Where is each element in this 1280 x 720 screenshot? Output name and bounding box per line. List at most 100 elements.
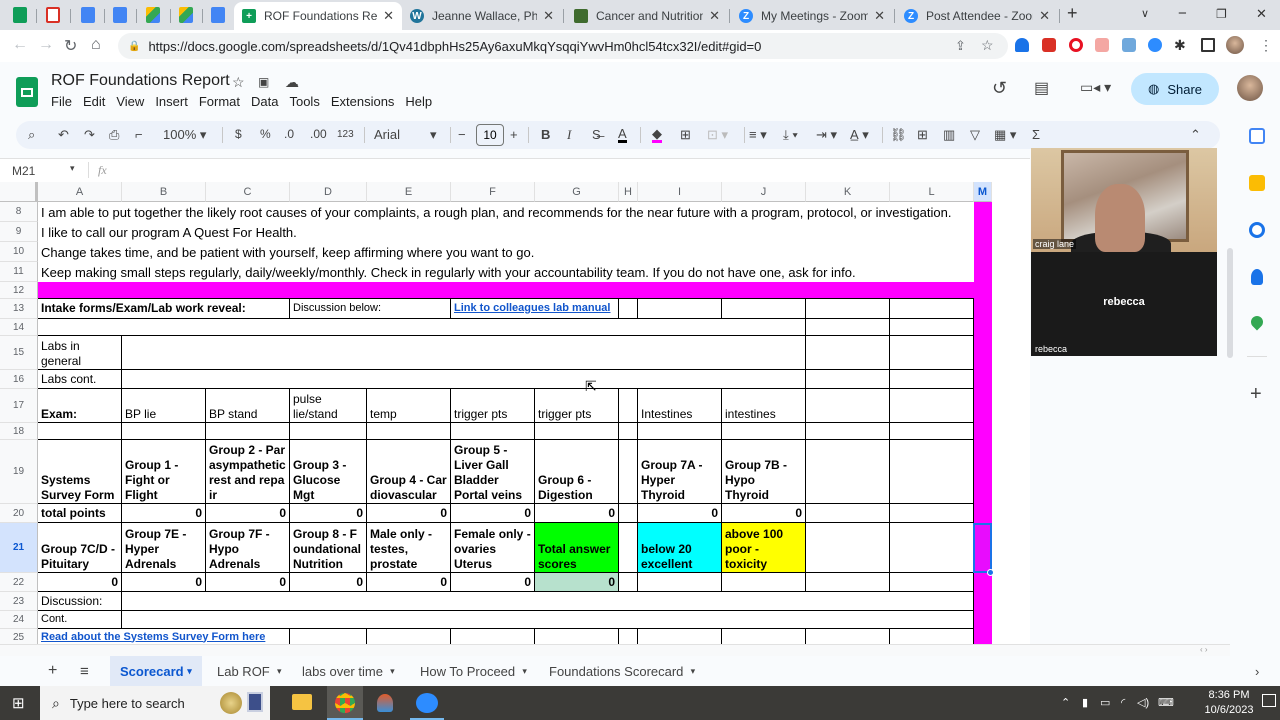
cell-h21[interactable] bbox=[619, 523, 638, 573]
cell-g17[interactable]: trigger pts bbox=[535, 389, 619, 423]
cell-l16[interactable] bbox=[890, 370, 974, 389]
row-header-22[interactable]: 22 bbox=[0, 573, 38, 592]
cell-l18[interactable] bbox=[890, 423, 974, 440]
windows-start-icon[interactable]: ⊞ bbox=[12, 694, 25, 712]
more-formats-button[interactable]: 123 bbox=[337, 129, 354, 140]
group-1-total[interactable]: 0 bbox=[122, 504, 206, 523]
cell-a15[interactable]: Labs in general bbox=[38, 336, 122, 370]
collapse-toolbar-icon[interactable]: ⌃ bbox=[1190, 127, 1201, 143]
extension-opera-icon[interactable] bbox=[1069, 38, 1083, 52]
row-header-23[interactable]: 23 bbox=[0, 592, 38, 611]
sheet-tab-foundations-scorecard[interactable]: Foundations Scorecard ▾ bbox=[539, 656, 705, 686]
menu-edit[interactable]: Edit bbox=[83, 94, 105, 109]
increase-decimal-button[interactable]: .00 bbox=[310, 127, 327, 141]
cell-i25[interactable] bbox=[638, 629, 722, 644]
name-box-dropdown-icon[interactable]: ▾ bbox=[70, 163, 75, 174]
notifications-icon[interactable] bbox=[1262, 694, 1276, 707]
cell-f25[interactable] bbox=[451, 629, 535, 644]
cell-a24[interactable]: Cont. bbox=[38, 611, 122, 629]
group-5-total[interactable]: 0 bbox=[451, 504, 535, 523]
select-all-corner[interactable] bbox=[0, 182, 38, 202]
row-header-9[interactable]: 9 bbox=[0, 222, 38, 242]
cell-g25[interactable] bbox=[535, 629, 619, 644]
cell-i17[interactable]: Intestines bbox=[638, 389, 722, 423]
group-7a-total[interactable]: 0 bbox=[638, 504, 722, 523]
group-2-total[interactable]: 0 bbox=[206, 504, 290, 523]
cell-j19[interactable]: Group 7B - Hypo Thyroid bbox=[722, 440, 806, 504]
zoom-app-icon[interactable] bbox=[416, 693, 438, 713]
column-header-f[interactable]: F bbox=[451, 182, 535, 202]
cell-b19[interactable]: Group 1 - Fight or Flight bbox=[122, 440, 206, 504]
row-header-18[interactable]: 18 bbox=[0, 423, 38, 440]
add-sheet-button[interactable]: + bbox=[38, 656, 67, 686]
menu-data[interactable]: Data bbox=[251, 94, 278, 109]
cell-a23[interactable]: Discussion: bbox=[38, 592, 122, 611]
maps-icon[interactable] bbox=[1248, 313, 1266, 331]
column-header-h[interactable]: H bbox=[619, 182, 638, 202]
move-folder-icon[interactable]: ▣ bbox=[258, 75, 269, 89]
new-tab-button[interactable]: + bbox=[1067, 3, 1078, 24]
cell-d25[interactable] bbox=[290, 629, 367, 644]
female-only-total[interactable]: 0 bbox=[451, 573, 535, 592]
legend-toxicity[interactable]: above 100 poor - toxicity bbox=[722, 523, 806, 573]
discussion-input[interactable] bbox=[122, 592, 974, 611]
cell-h17[interactable] bbox=[619, 389, 638, 423]
cell-g18[interactable] bbox=[535, 423, 619, 440]
cell-a16[interactable]: Labs cont. bbox=[38, 370, 122, 389]
column-header-l[interactable]: L bbox=[890, 182, 974, 202]
column-header-b[interactable]: B bbox=[122, 182, 206, 202]
fill-handle[interactable] bbox=[987, 569, 994, 576]
row-header-21[interactable]: 21 bbox=[0, 523, 38, 573]
text-wrapping-icon[interactable]: ⇥ ▾ bbox=[816, 127, 837, 143]
insert-link-icon[interactable]: ⛓ bbox=[890, 127, 907, 143]
cell-k18[interactable] bbox=[806, 423, 890, 440]
discussion-cont-input[interactable] bbox=[122, 611, 974, 629]
intro-line-3[interactable]: Change takes time, and be patient with y… bbox=[38, 242, 974, 262]
tasks-icon[interactable] bbox=[1249, 222, 1265, 238]
cell-l15[interactable] bbox=[890, 336, 974, 370]
pinned-tab-gmail-icon[interactable] bbox=[46, 7, 60, 23]
intro-line-4[interactable]: Keep making small steps regularly, daily… bbox=[38, 262, 974, 282]
column-header-i[interactable]: I bbox=[638, 182, 722, 202]
strikethrough-icon[interactable]: S̶ bbox=[592, 127, 601, 142]
cell-k22[interactable] bbox=[806, 573, 890, 592]
tab-post-attendee-zoom[interactable]: Z Post Attendee - Zoom ✕ bbox=[896, 2, 1058, 30]
text-rotation-icon[interactable]: A̲ ▾ bbox=[850, 127, 869, 143]
cell-c19[interactable]: Group 2 - Parasympathetic rest and repai… bbox=[206, 440, 290, 504]
cell-j13[interactable] bbox=[722, 299, 806, 319]
systems-survey-link[interactable]: Read about the Systems Survey Form here bbox=[38, 629, 290, 644]
total-answer-scores-label[interactable]: Total answer scores bbox=[535, 523, 619, 573]
tab-search-chevron-icon[interactable]: ∨ bbox=[1141, 7, 1149, 20]
cell-h19[interactable] bbox=[619, 440, 638, 504]
sheet-tab-how-to-proceed[interactable]: How To Proceed ▾ bbox=[410, 656, 537, 686]
video-tile-craig-lane[interactable]: craig lane bbox=[1031, 148, 1217, 252]
column-header-a[interactable]: A bbox=[38, 182, 122, 202]
cell-l19[interactable] bbox=[890, 440, 974, 504]
cell-b21[interactable]: Group 7E - Hyper Adrenals bbox=[122, 523, 206, 573]
row-header-15[interactable]: 15 bbox=[0, 336, 38, 370]
group-3-total[interactable]: 0 bbox=[290, 504, 367, 523]
sheet-tab-scorecard[interactable]: Scorecard ▾ bbox=[110, 656, 202, 686]
zoom-video-panel[interactable]: craig lane rebecca rebecca bbox=[1031, 148, 1217, 356]
row-header-14[interactable]: 14 bbox=[0, 319, 38, 336]
insert-chart-icon[interactable]: ▥ bbox=[943, 127, 955, 143]
formula-input[interactable] bbox=[120, 159, 1020, 181]
share-button[interactable]: ◍ Share bbox=[1131, 73, 1219, 105]
cell-h22[interactable] bbox=[619, 573, 638, 592]
legend-excellent[interactable]: below 20 excellent bbox=[638, 523, 722, 573]
close-tab-icon[interactable]: ✕ bbox=[709, 8, 720, 24]
cell-l14[interactable] bbox=[890, 319, 974, 336]
extension-calendar-icon[interactable] bbox=[1042, 38, 1056, 52]
reload-icon[interactable]: ↻ bbox=[64, 36, 77, 56]
cell-i22[interactable] bbox=[638, 573, 722, 592]
extension-image-icon[interactable] bbox=[1122, 38, 1136, 52]
merge-cells-icon[interactable]: ⊡ ▾ bbox=[707, 127, 728, 143]
cell-a20[interactable]: total points bbox=[38, 504, 122, 523]
selected-cell-m21[interactable] bbox=[973, 523, 992, 573]
extension-arrow-icon[interactable] bbox=[1095, 38, 1109, 52]
cell-h20[interactable] bbox=[619, 504, 638, 523]
column-header-j[interactable]: J bbox=[722, 182, 806, 202]
cell-d13[interactable]: Discussion below: bbox=[290, 299, 451, 319]
row-header-10[interactable]: 10 bbox=[0, 242, 38, 262]
italic-button[interactable]: I bbox=[567, 127, 571, 143]
